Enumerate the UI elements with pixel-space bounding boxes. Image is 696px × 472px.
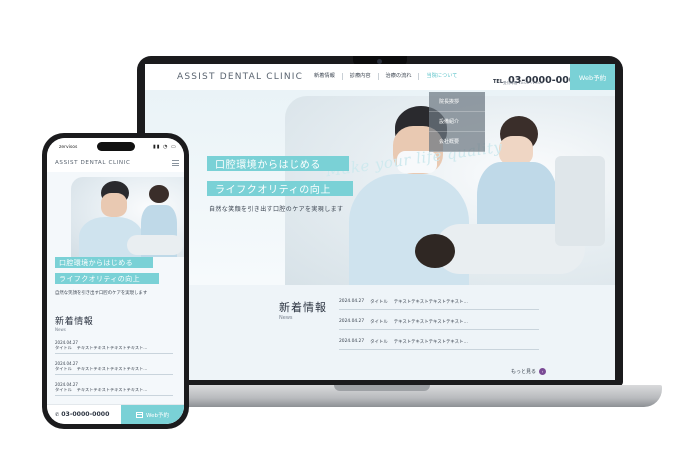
signal-battery-icon: ▮▮ ◔ ▭ bbox=[153, 144, 177, 150]
news-section: 新着情報 News 2024.04.27 タイトル テキストテキストテキストテキ… bbox=[145, 285, 615, 380]
news-title: タイトル bbox=[55, 387, 72, 392]
nav-about[interactable]: 当院について bbox=[418, 73, 464, 80]
header-tel[interactable]: TEL 03-0000-0000 受付時間 10:00〜19:00 bbox=[493, 68, 582, 87]
phone-tel-number: 03-0000-0000 bbox=[61, 411, 110, 418]
dental-unit bbox=[555, 156, 605, 246]
news-text: テキストテキストテキストテキスト… bbox=[393, 300, 468, 305]
web-reserve-button[interactable]: Web予約 bbox=[570, 64, 615, 90]
news-text: テキストテキストテキストテキスト… bbox=[393, 340, 468, 345]
hero-catch-1: 口腔環境からはじめる bbox=[207, 156, 349, 171]
dropdown-greeting[interactable]: 院長挨拶 bbox=[429, 92, 485, 112]
news-item[interactable]: 2024.04.27 タイトル テキストテキストテキストテキスト… bbox=[339, 339, 539, 350]
news-text: テキストテキストテキストテキスト… bbox=[76, 387, 148, 392]
hero-subcopy: 自然な笑顔を引き出す口腔のケアを実現します bbox=[209, 206, 344, 213]
nav-treatment[interactable]: 診療内容 bbox=[341, 73, 378, 80]
phone-web-reserve-button[interactable]: Web予約 bbox=[121, 405, 184, 424]
news-title: タイトル bbox=[370, 320, 388, 325]
nav-flow[interactable]: 治療の流れ bbox=[377, 73, 419, 80]
more-label: もっと見る bbox=[511, 369, 537, 375]
patient-hair bbox=[415, 234, 455, 268]
dentist-face bbox=[101, 193, 127, 217]
phone-subcopy: 自然な笑顔を引き出す口腔のケアを実現します bbox=[55, 291, 148, 296]
status-bar: zervisos ▮▮ ◔ ▭ bbox=[47, 138, 184, 154]
news-title: タイトル bbox=[55, 366, 72, 371]
news-title: タイトル bbox=[370, 340, 388, 345]
phone-catch-2: ライフクオリティの向上 bbox=[55, 273, 159, 284]
dynamic-island bbox=[97, 142, 135, 151]
carrier-label: zervisos bbox=[59, 145, 78, 150]
phone-bottom-bar: ✆ 03-0000-0000 Web予約 bbox=[47, 404, 184, 424]
news-item[interactable]: 2024.04.27 タイトル テキストテキストテキストテキスト… bbox=[339, 299, 539, 310]
laptop-groove bbox=[334, 385, 430, 391]
phone-tel-button[interactable]: ✆ 03-0000-0000 bbox=[55, 411, 109, 418]
phone-frame: zervisos ▮▮ ◔ ▭ ASSIST DENTAL CLINIC 口腔環… bbox=[42, 133, 189, 429]
news-item[interactable]: 2024.04.27 タイトル テキストテキストテキストテキスト… bbox=[55, 361, 173, 375]
main-nav: 新着情報 診療内容 治療の流れ 当院について bbox=[307, 73, 464, 80]
news-item[interactable]: 2024.04.27 タイトル テキストテキストテキストテキスト… bbox=[55, 382, 173, 396]
site-logo[interactable]: ASSIST DENTAL CLINIC bbox=[177, 72, 303, 82]
news-heading: 新着情報 bbox=[279, 301, 327, 314]
news-heading-en: News bbox=[279, 315, 293, 321]
news-date: 2024.04.27 bbox=[339, 319, 365, 324]
news-text: テキストテキストテキストテキスト… bbox=[76, 366, 148, 371]
phone-news-heading-en: News bbox=[55, 327, 66, 332]
laptop-website: Make your life quality ASSIST DENTAL CLI… bbox=[145, 64, 615, 380]
news-date: 2024.04.27 bbox=[339, 299, 365, 304]
tel-prefix: TEL bbox=[493, 79, 504, 85]
news-date: 2024.04.27 bbox=[339, 339, 365, 344]
phone-hero-photo bbox=[71, 177, 184, 257]
news-item[interactable]: 2024.04.27 タイトル テキストテキストテキストテキスト… bbox=[55, 340, 173, 354]
phone-icon: ✆ bbox=[55, 412, 60, 418]
news-title: タイトル bbox=[55, 345, 72, 350]
reception-hours: 受付時間 10:00〜19:00 bbox=[503, 81, 543, 85]
site-header: ASSIST DENTAL CLINIC 新着情報 診療内容 治療の流れ 当院に… bbox=[145, 64, 615, 90]
news-text: テキストテキストテキストテキスト… bbox=[76, 345, 148, 350]
nav-news[interactable]: 新着情報 bbox=[307, 73, 342, 80]
news-item[interactable]: 2024.04.27 タイトル テキストテキストテキストテキスト… bbox=[339, 319, 539, 330]
laptop-frame: Make your life quality ASSIST DENTAL CLI… bbox=[137, 56, 623, 386]
about-dropdown: 院長挨拶 設備紹介 会社概要 bbox=[429, 92, 485, 152]
dropdown-company[interactable]: 会社概要 bbox=[429, 132, 485, 152]
more-link[interactable]: もっと見る › bbox=[511, 368, 547, 375]
news-title: タイトル bbox=[370, 300, 388, 305]
hero-catch-2: ライフクオリティの向上 bbox=[207, 181, 353, 196]
phone-web-reserve-label: Web予約 bbox=[146, 413, 169, 419]
assistant-hair bbox=[149, 185, 169, 203]
news-text: テキストテキストテキストテキスト… bbox=[393, 320, 468, 325]
patient-body bbox=[127, 235, 183, 255]
phone-catch-1: 口腔環境からはじめる bbox=[55, 257, 153, 268]
dropdown-equipment[interactable]: 設備紹介 bbox=[429, 112, 485, 132]
hamburger-menu-icon[interactable] bbox=[172, 160, 179, 166]
phone-header: ASSIST DENTAL CLINIC bbox=[47, 154, 184, 172]
arrow-right-icon: › bbox=[539, 368, 547, 375]
phone-news-heading: 新着情報 bbox=[55, 317, 94, 327]
calendar-icon bbox=[136, 412, 143, 418]
phone-website: zervisos ▮▮ ◔ ▭ ASSIST DENTAL CLINIC 口腔環… bbox=[47, 138, 184, 424]
phone-logo[interactable]: ASSIST DENTAL CLINIC bbox=[55, 160, 130, 166]
